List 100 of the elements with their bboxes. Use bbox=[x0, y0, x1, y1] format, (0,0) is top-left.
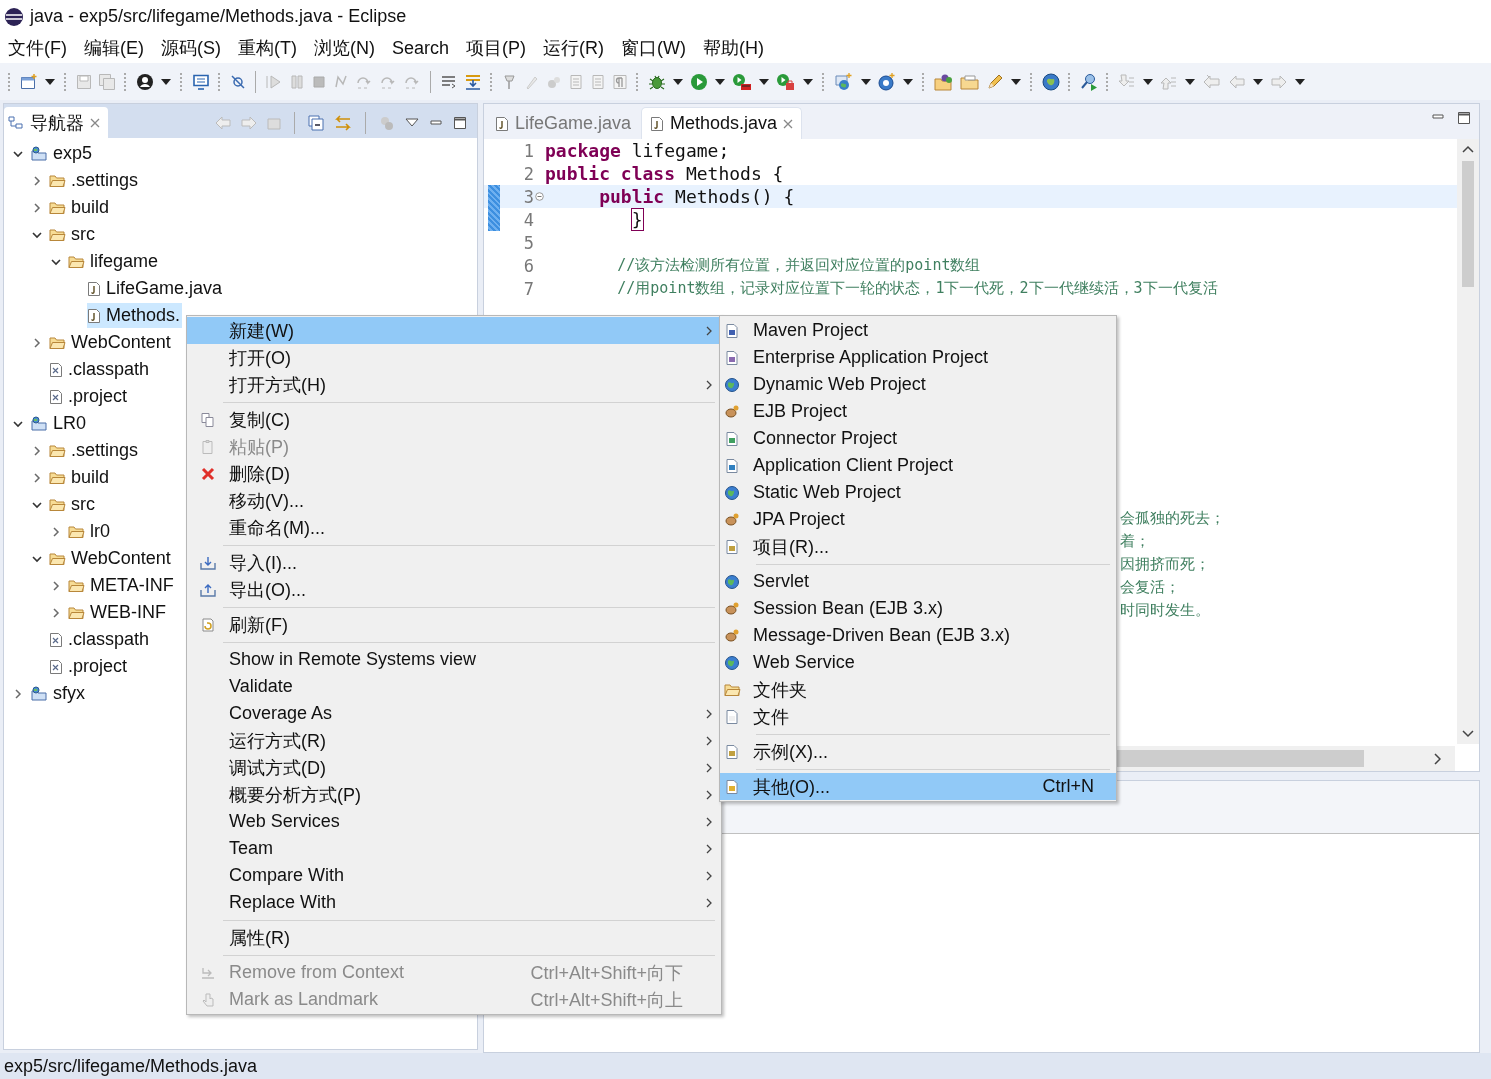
view-menu-icon[interactable] bbox=[405, 117, 419, 128]
menu-item[interactable]: 调试方式(D) bbox=[187, 754, 721, 781]
caret-icon[interactable] bbox=[1010, 77, 1022, 86]
menu-bar-item[interactable]: 文件(F) bbox=[7, 36, 68, 60]
coin-icon[interactable] bbox=[878, 72, 896, 91]
menu-item[interactable]: 项目(R)... bbox=[720, 533, 1116, 560]
tree-item[interactable]: exp5 bbox=[30, 141, 95, 166]
caret-icon[interactable] bbox=[758, 77, 770, 86]
chevron-down-icon[interactable] bbox=[31, 229, 43, 240]
menu-item[interactable]: 刷新(F) bbox=[187, 611, 721, 638]
pencil-icon[interactable] bbox=[986, 72, 1004, 91]
tree-item[interactable]: lr0 bbox=[68, 519, 112, 544]
menu-bar-item[interactable]: 编辑(E) bbox=[83, 36, 145, 60]
chevron-right-icon[interactable] bbox=[32, 174, 42, 187]
folder-icon[interactable] bbox=[934, 72, 954, 91]
menu-item[interactable]: Enterprise Application Project bbox=[720, 344, 1116, 371]
caret-icon[interactable] bbox=[1142, 77, 1154, 86]
tree-item[interactable]: src bbox=[49, 492, 97, 517]
chevron-right-icon[interactable] bbox=[32, 201, 42, 214]
collapse-all-icon[interactable] bbox=[308, 114, 324, 131]
menu-item[interactable]: Show in Remote Systems view bbox=[187, 646, 721, 673]
menu-item[interactable]: Team bbox=[187, 835, 721, 862]
menu-item[interactable]: Web Services bbox=[187, 808, 721, 835]
caret-icon[interactable] bbox=[1252, 77, 1264, 86]
menu-item[interactable]: 删除(D) bbox=[187, 460, 721, 487]
chevron-right-icon[interactable] bbox=[32, 444, 42, 457]
menu-bar-item[interactable]: 运行(R) bbox=[542, 36, 605, 60]
menu-item[interactable]: 新建(W) bbox=[187, 317, 721, 344]
scroll-right-icon[interactable] bbox=[1433, 752, 1441, 765]
menu-bar-item[interactable]: 项目(P) bbox=[465, 36, 527, 60]
menu-item[interactable]: 运行方式(R) bbox=[187, 727, 721, 754]
menu-bar-item[interactable]: Search bbox=[390, 37, 450, 59]
caret-icon[interactable] bbox=[860, 77, 872, 86]
tree-item[interactable]: sfyx bbox=[30, 681, 87, 706]
menu-item[interactable]: 导入(I)... bbox=[187, 549, 721, 576]
menu-item[interactable]: JPA Project bbox=[720, 506, 1116, 533]
tree-item[interactable]: WebContent bbox=[49, 546, 173, 571]
menu-item[interactable]: Coverage As bbox=[187, 700, 721, 727]
close-icon[interactable] bbox=[783, 118, 794, 129]
menu-item[interactable]: 文件夹 bbox=[720, 676, 1116, 703]
menu-item[interactable]: 重命名(M)... bbox=[187, 514, 721, 541]
caret-icon[interactable] bbox=[802, 77, 814, 86]
menu-item[interactable]: Replace With bbox=[187, 889, 721, 916]
menu-bar-item[interactable]: 浏览(N) bbox=[312, 36, 376, 60]
vertical-scrollbar[interactable] bbox=[1457, 139, 1479, 744]
tree-item[interactable]: .classpath bbox=[49, 357, 152, 382]
menu-item[interactable]: 打开(O) bbox=[187, 344, 721, 371]
maximize-icon[interactable] bbox=[453, 115, 467, 130]
tree-item[interactable]: .project bbox=[49, 654, 130, 679]
maximize-icon[interactable] bbox=[1457, 111, 1471, 125]
menu-item[interactable]: 移动(V)... bbox=[187, 487, 721, 514]
scroll-down-icon[interactable] bbox=[1462, 730, 1474, 738]
chevron-down-icon[interactable] bbox=[50, 256, 62, 267]
chevron-right-icon[interactable] bbox=[51, 606, 61, 619]
scrollbar-thumb[interactable] bbox=[1462, 161, 1474, 287]
tree-item[interactable]: LR0 bbox=[30, 411, 89, 436]
tree-item[interactable]: build bbox=[49, 195, 112, 220]
menu-bar-item[interactable]: 源码(S) bbox=[160, 36, 222, 60]
chevron-right-icon[interactable] bbox=[51, 525, 61, 538]
tree-item[interactable]: WebContent bbox=[49, 330, 173, 355]
menu-item[interactable]: 复制(C) bbox=[187, 406, 721, 433]
tree-item[interactable]: WEB-INF bbox=[68, 600, 168, 625]
menu-item[interactable]: Compare With bbox=[187, 862, 721, 889]
menu-item[interactable]: 概要分析方式(P) bbox=[187, 781, 721, 808]
close-icon[interactable] bbox=[90, 117, 100, 128]
menu-item[interactable]: Dynamic Web Project bbox=[720, 371, 1116, 398]
menu-item[interactable]: 打开方式(H) bbox=[187, 371, 721, 398]
chevron-right-icon[interactable] bbox=[13, 687, 23, 700]
menu-item[interactable]: Validate bbox=[187, 673, 721, 700]
menu-item[interactable]: Maven Project bbox=[720, 317, 1116, 344]
menu-item[interactable]: 示例(X)... bbox=[720, 738, 1116, 765]
menu-item[interactable]: Session Bean (EJB 3.x) bbox=[720, 595, 1116, 622]
chevron-down-icon[interactable] bbox=[12, 418, 24, 429]
menu-item[interactable]: Application Client Project bbox=[720, 452, 1116, 479]
pilcrow-icon[interactable] bbox=[612, 73, 628, 90]
menu-item[interactable]: 文件 bbox=[720, 703, 1116, 730]
tree-item[interactable]: src bbox=[49, 222, 97, 247]
new-window-icon[interactable] bbox=[20, 72, 38, 91]
fold-icon[interactable] bbox=[535, 192, 544, 201]
globe-icon[interactable] bbox=[834, 72, 854, 91]
caret-icon[interactable] bbox=[1184, 77, 1196, 86]
caret-icon[interactable] bbox=[902, 77, 914, 86]
run-icon[interactable] bbox=[732, 72, 752, 91]
chevron-down-icon[interactable] bbox=[31, 499, 43, 510]
tree-item[interactable]: LifeGame.java bbox=[87, 276, 225, 301]
caret-icon[interactable] bbox=[672, 77, 684, 86]
menu-item[interactable]: EJB Project bbox=[720, 398, 1116, 425]
tree-item[interactable]: lifegame bbox=[68, 249, 161, 274]
caret-icon[interactable] bbox=[160, 77, 172, 86]
menu-bar-item[interactable]: 重构(T) bbox=[237, 36, 298, 60]
menu-item[interactable]: 属性(R) bbox=[187, 924, 721, 951]
search-icon[interactable] bbox=[1080, 72, 1098, 91]
lines-icon[interactable] bbox=[440, 73, 458, 90]
menu-bar-item[interactable]: 窗口(W) bbox=[620, 36, 687, 60]
monitor-icon[interactable] bbox=[192, 72, 210, 91]
navigator-tab[interactable]: 导航器 bbox=[4, 107, 108, 138]
user-icon[interactable] bbox=[136, 72, 154, 91]
menu-item[interactable]: Static Web Project bbox=[720, 479, 1116, 506]
crossed-circle-icon[interactable] bbox=[230, 73, 246, 90]
menu-item[interactable]: Message-Driven Bean (EJB 3.x) bbox=[720, 622, 1116, 649]
